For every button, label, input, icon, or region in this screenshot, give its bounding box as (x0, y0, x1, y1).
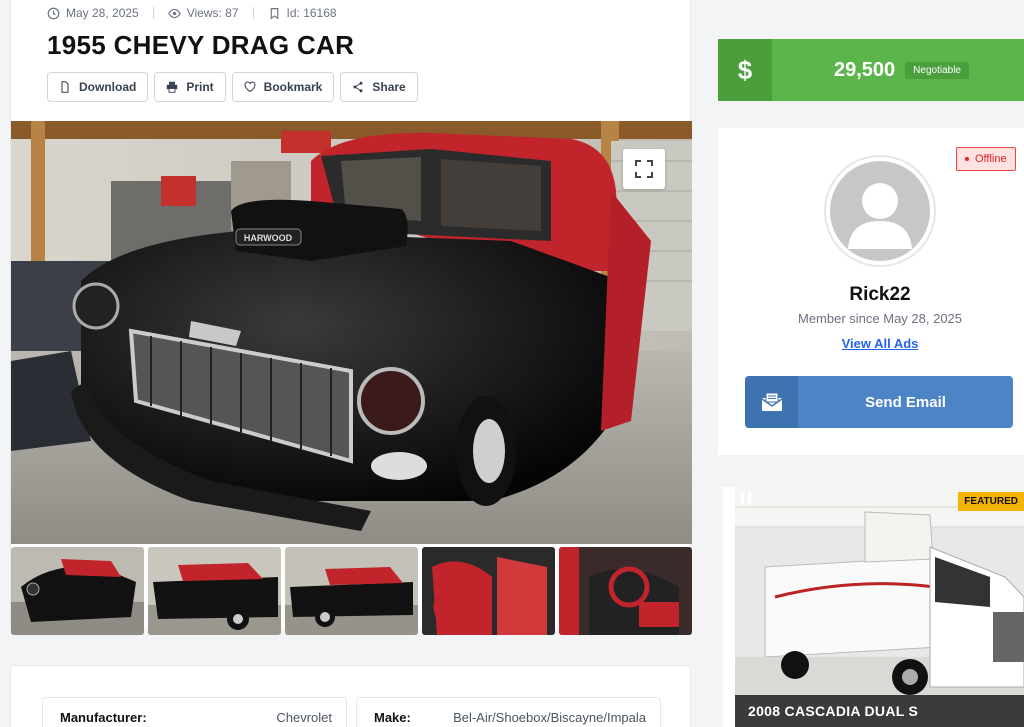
listing-date: May 28, 2025 (66, 6, 139, 20)
expand-icon (635, 160, 653, 178)
dollar-icon: $ (718, 39, 772, 101)
listing-views: Views: 87 (186, 6, 239, 20)
avatar[interactable] (824, 155, 936, 267)
spec-value: Bel-Air/Shoebox/Biscayne/Impala (453, 709, 646, 725)
download-label: Download (79, 80, 137, 94)
status-label: Offline (975, 153, 1007, 165)
featured-listing[interactable]: FEATURED 2008 CASCADIA DUAL S (723, 487, 1024, 727)
eye-icon (167, 8, 181, 18)
thumbnail[interactable] (11, 547, 144, 635)
status-badge: Offline (956, 147, 1016, 171)
printer-icon (167, 81, 178, 93)
spec-manufacturer: Manufacturer: Chevrolet (42, 697, 347, 727)
listing-title: 1955 CHEVY DRAG CAR (47, 30, 355, 60)
download-button[interactable]: Download (47, 72, 149, 102)
car-photo: HARWOOD (11, 121, 692, 544)
featured-title: 2008 CASCADIA DUAL S (735, 695, 1024, 727)
envelope-icon (745, 376, 798, 428)
price-amount: 29,500 (834, 58, 896, 81)
share-label: Share (372, 80, 406, 94)
id-meta: Id: 16168 (268, 6, 337, 20)
spec-key: Manufacturer: (60, 709, 147, 725)
seller-name: Rick22 (849, 284, 911, 305)
thumbnail[interactable] (148, 547, 281, 635)
thumbnail-strip (11, 547, 692, 635)
thumbnail[interactable] (559, 547, 692, 635)
bookmark-label: Bookmark (263, 80, 323, 94)
send-email-button[interactable]: Send Email (745, 376, 1013, 428)
date-meta: May 28, 2025 (47, 6, 139, 20)
meta-divider (152, 7, 154, 19)
share-button[interactable]: Share (340, 72, 418, 102)
print-button[interactable]: Print (154, 72, 226, 102)
member-since: Member since May 28, 2025 (797, 311, 963, 326)
listing-card: May 28, 2025 Views: 87 Id: 16168 1955 CH… (10, 0, 692, 635)
price-box: $ 29,500 Negotiable (718, 39, 1024, 101)
hood-scoop-logo: HARWOOD (244, 233, 293, 243)
bookmark-button[interactable]: Bookmark (231, 72, 335, 102)
document-icon (61, 81, 69, 93)
seller-card: Offline Rick22 Member since May 28, 2025… (718, 128, 1024, 455)
featured-badge: FEATURED (958, 492, 1024, 511)
thumbnail-image (285, 547, 418, 635)
meta-divider (252, 7, 254, 19)
listing-actions: Download Print Bookmark Share (47, 72, 418, 102)
specs-card: Manufacturer: Chevrolet Make: Bel-Air/Sh… (10, 665, 691, 727)
thumbnail-image (559, 547, 692, 635)
thumbnail[interactable] (422, 547, 555, 635)
thumbnail-image (11, 547, 144, 635)
heart-icon (244, 81, 256, 93)
truck-photo (735, 487, 1024, 727)
bookmark-flag-icon (270, 7, 278, 20)
featured-image: FEATURED 2008 CASCADIA DUAL S (735, 487, 1024, 727)
thumbnail[interactable] (285, 547, 418, 635)
negotiable-badge: Negotiable (905, 61, 969, 79)
status-dot-icon (965, 157, 969, 161)
share-icon (353, 81, 363, 93)
send-email-label: Send Email (865, 393, 946, 411)
fullscreen-button[interactable] (623, 149, 665, 189)
clock-icon (47, 7, 60, 19)
thumbnail-image (148, 547, 281, 635)
print-label: Print (186, 80, 214, 94)
spec-value: Chevrolet (276, 709, 332, 725)
user-placeholder-icon (830, 161, 930, 261)
listing-id: Id: 16168 (286, 6, 337, 20)
listing-meta: May 28, 2025 Views: 87 Id: 16168 (47, 6, 337, 20)
spec-key: Make: (374, 709, 411, 725)
thumbnail-image (422, 547, 555, 635)
pause-icon[interactable] (741, 493, 751, 505)
spec-make: Make: Bel-Air/Shoebox/Biscayne/Impala (356, 697, 661, 727)
views-meta: Views: 87 (167, 6, 239, 20)
main-photo[interactable]: HARWOOD (11, 121, 692, 544)
view-all-ads-link[interactable]: View All Ads (718, 336, 1024, 351)
